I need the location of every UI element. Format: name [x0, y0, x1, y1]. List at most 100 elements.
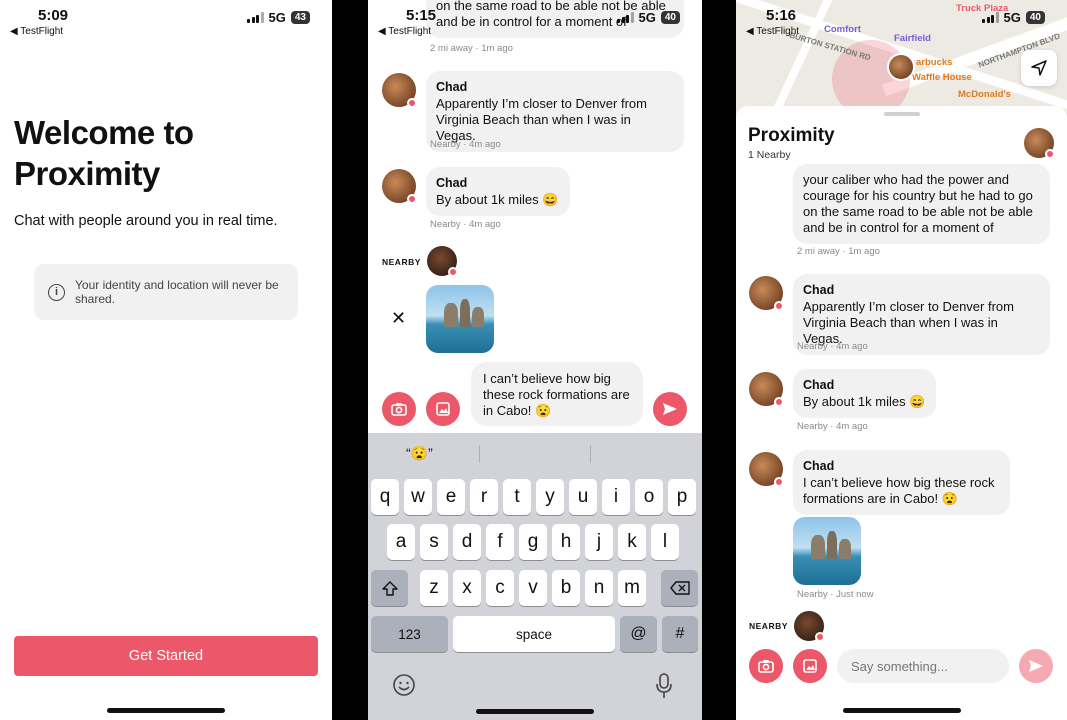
- send-button[interactable]: [1019, 649, 1053, 683]
- key-t[interactable]: t: [503, 479, 531, 515]
- key-i[interactable]: i: [602, 479, 630, 515]
- key-f[interactable]: f: [486, 524, 514, 560]
- message-input[interactable]: I can’t believe how big these rock forma…: [471, 362, 643, 426]
- key-e[interactable]: e: [437, 479, 465, 515]
- key-y[interactable]: y: [536, 479, 564, 515]
- key-d[interactable]: d: [453, 524, 481, 560]
- key-z[interactable]: z: [420, 570, 448, 606]
- signal-icon: [982, 12, 999, 23]
- message-bubble: Chad By about 1k miles 😄: [426, 167, 570, 216]
- send-button[interactable]: [653, 392, 687, 426]
- key-w[interactable]: w: [404, 479, 432, 515]
- status-time: 5:09: [38, 7, 69, 24]
- key-at[interactable]: @: [620, 616, 657, 652]
- message-text: Apparently I’m closer to Denver from Vir…: [436, 96, 647, 143]
- back-to-testflight[interactable]: ◀ TestFlight: [378, 26, 431, 37]
- back-to-testflight[interactable]: ◀ TestFlight: [746, 26, 799, 37]
- get-started-button[interactable]: Get Started: [14, 636, 318, 676]
- profile-avatar[interactable]: [1024, 128, 1055, 159]
- avatar[interactable]: [749, 452, 784, 487]
- status-bar: 5:09 ◀ TestFlight 5G 43: [0, 0, 332, 44]
- key-n[interactable]: n: [585, 570, 613, 606]
- avatar[interactable]: [749, 276, 784, 311]
- message-meta: Nearby · 4m ago: [430, 219, 501, 230]
- message-meta: Nearby · Just now: [797, 589, 874, 600]
- key-j[interactable]: j: [585, 524, 613, 560]
- message-text: By about 1k miles 😄: [803, 394, 926, 409]
- gallery-button[interactable]: [426, 392, 460, 426]
- sender-name: Chad: [803, 283, 835, 297]
- key-x[interactable]: x: [453, 570, 481, 606]
- emoji-button[interactable]: [392, 673, 416, 702]
- network-label: 5G: [638, 10, 656, 25]
- key-v[interactable]: v: [519, 570, 547, 606]
- avatar[interactable]: [749, 372, 784, 407]
- microphone-icon: [656, 673, 672, 698]
- battery-icon: 40: [1025, 11, 1045, 24]
- space-key[interactable]: space: [453, 616, 615, 652]
- key-123[interactable]: 123: [371, 616, 448, 652]
- key-hash[interactable]: #: [662, 616, 698, 652]
- welcome-screen: 5:09 ◀ TestFlight 5G 43 Welcome to Proxi…: [0, 0, 332, 720]
- backspace-key[interactable]: [661, 570, 698, 606]
- attachment-photo[interactable]: [426, 285, 494, 353]
- key-q[interactable]: q: [371, 479, 399, 515]
- user-location-avatar[interactable]: [887, 53, 915, 81]
- key-g[interactable]: g: [519, 524, 547, 560]
- online-indicator: [407, 194, 417, 204]
- network-label: 5G: [268, 10, 286, 25]
- key-k[interactable]: k: [618, 524, 646, 560]
- camera-button[interactable]: [382, 392, 416, 426]
- dictation-button[interactable]: [655, 673, 673, 704]
- send-icon: [1029, 660, 1043, 672]
- message-input[interactable]: [837, 649, 1009, 683]
- map-poi[interactable]: arbucks: [916, 57, 952, 68]
- online-indicator: [1045, 149, 1055, 159]
- map-poi[interactable]: Waffle House: [912, 72, 972, 83]
- avatar[interactable]: [382, 73, 417, 108]
- key-c[interactable]: c: [486, 570, 514, 606]
- privacy-notice-text: Your identity and location will never be…: [75, 278, 279, 306]
- camera-button[interactable]: [749, 649, 783, 683]
- key-u[interactable]: u: [569, 479, 597, 515]
- key-m[interactable]: m: [618, 570, 646, 606]
- key-r[interactable]: r: [470, 479, 498, 515]
- status-bar: 5:15 ◀ TestFlight 5G 40: [368, 0, 702, 44]
- keyboard: “😧” q w e r t y u i o p a s d f g h j k …: [368, 433, 702, 720]
- map-poi[interactable]: McDonald's: [958, 89, 1011, 100]
- my-avatar[interactable]: [794, 611, 825, 642]
- message-meta: Nearby · 4m ago: [797, 341, 868, 352]
- camera-icon: [391, 403, 407, 416]
- chat-compose-screen: on the same road to be able not be able …: [368, 0, 702, 720]
- locate-button[interactable]: [1021, 50, 1057, 86]
- status-time: 5:15: [406, 7, 437, 24]
- suggestion-item[interactable]: “😧”: [406, 445, 433, 462]
- my-avatar[interactable]: [427, 246, 458, 277]
- key-o[interactable]: o: [635, 479, 663, 515]
- back-to-testflight[interactable]: ◀ TestFlight: [10, 26, 63, 37]
- page-title: Proximity: [748, 125, 835, 146]
- key-h[interactable]: h: [552, 524, 580, 560]
- message-photo[interactable]: [793, 517, 861, 585]
- key-s[interactable]: s: [420, 524, 448, 560]
- message-meta: Nearby · 4m ago: [430, 139, 501, 150]
- sheet-handle[interactable]: [883, 112, 920, 116]
- key-a[interactable]: a: [387, 524, 415, 560]
- avatar[interactable]: [382, 169, 417, 204]
- signal-icon: [617, 12, 634, 23]
- shift-key[interactable]: [371, 570, 408, 606]
- sender-name: Chad: [803, 459, 835, 473]
- gallery-button[interactable]: [793, 649, 827, 683]
- key-p[interactable]: p: [668, 479, 696, 515]
- message-bubble: Chad I can’t believe how big these rock …: [793, 450, 1010, 515]
- remove-attachment-icon[interactable]: ✕: [391, 308, 406, 329]
- key-b[interactable]: b: [552, 570, 580, 606]
- key-l[interactable]: l: [651, 524, 679, 560]
- send-icon: [663, 403, 677, 415]
- message-bubble: Chad By about 1k miles 😄: [793, 369, 936, 418]
- page-title: Welcome to Proximity: [14, 112, 194, 194]
- online-indicator: [815, 632, 825, 642]
- camera-icon: [758, 660, 774, 673]
- signal-icon: [247, 12, 264, 23]
- shift-icon: [381, 580, 398, 596]
